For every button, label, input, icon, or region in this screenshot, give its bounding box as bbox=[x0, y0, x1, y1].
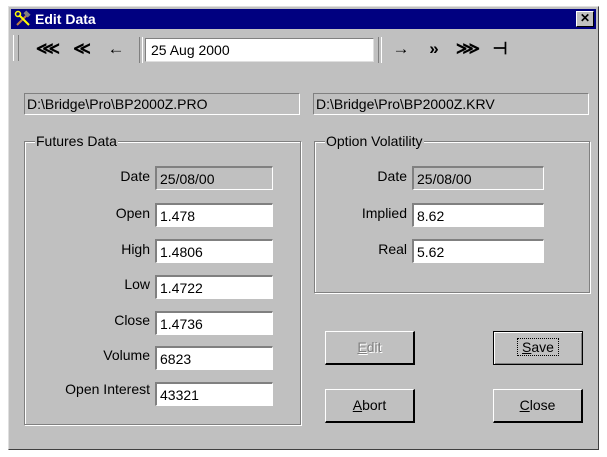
implied-input[interactable]: 8.62 bbox=[412, 203, 544, 227]
high-label: High bbox=[121, 241, 150, 257]
save-button[interactable]: Save bbox=[493, 331, 583, 365]
open-interest-input[interactable]: 43321 bbox=[155, 382, 273, 406]
next-button[interactable]: → bbox=[387, 37, 415, 61]
open-input[interactable]: 1.478 bbox=[155, 203, 273, 227]
window-close-button[interactable]: ✕ bbox=[576, 11, 594, 27]
futures-data-group: Futures Data Date 25/08/00 Open 1.478 Hi… bbox=[24, 133, 301, 425]
futures-file-path: D:\Bridge\Pro\BP2000Z.PRO bbox=[24, 93, 300, 115]
low-label: Low bbox=[124, 276, 150, 292]
fast-forward-button[interactable]: » bbox=[419, 37, 449, 61]
save-label: ave bbox=[531, 339, 554, 355]
real-label: Real bbox=[378, 241, 407, 257]
window-title: Edit Data bbox=[35, 11, 96, 27]
edit-mnemonic: E bbox=[357, 339, 367, 355]
hammer-wrench-icon bbox=[14, 10, 31, 26]
implied-label: Implied bbox=[361, 205, 407, 221]
futures-date-label: Date bbox=[120, 168, 150, 184]
edit-data-window: Edit Data ✕ ⋘ ≪ ← 25 Aug 2000 → » ⋙ ⊣ D:… bbox=[8, 6, 599, 450]
close-label: lose bbox=[529, 397, 556, 413]
toolbar-separator bbox=[378, 37, 382, 63]
abort-label: bort bbox=[362, 397, 387, 413]
volume-input[interactable]: 6823 bbox=[155, 346, 273, 370]
open-label: Open bbox=[115, 205, 150, 221]
title-bar[interactable]: Edit Data ✕ bbox=[11, 9, 596, 29]
fast-back-button[interactable]: ≪ bbox=[67, 37, 97, 61]
close-label: Close bbox=[114, 312, 150, 328]
close-mnemonic: C bbox=[519, 397, 530, 413]
faster-forward-button[interactable]: ⋙ bbox=[453, 37, 483, 61]
close-button[interactable]: Close bbox=[493, 389, 583, 423]
toolbar-grip[interactable] bbox=[13, 35, 19, 61]
current-date-field[interactable]: 25 Aug 2000 bbox=[145, 38, 374, 62]
futures-date-field: 25/08/00 bbox=[155, 166, 273, 190]
real-input[interactable]: 5.62 bbox=[412, 239, 544, 263]
low-input[interactable]: 1.4722 bbox=[155, 275, 273, 299]
abort-button[interactable]: Abort bbox=[325, 389, 415, 423]
edit-label: dit bbox=[366, 339, 382, 355]
first-record-button[interactable]: ⋘ bbox=[33, 37, 63, 61]
navigation-toolbar: ⋘ ≪ ← 25 Aug 2000 → » ⋙ ⊣ bbox=[11, 33, 520, 65]
close-input[interactable]: 1.4736 bbox=[155, 311, 273, 335]
high-input[interactable]: 1.4806 bbox=[155, 239, 273, 263]
volume-label: Volume bbox=[103, 347, 150, 363]
option-volatility-legend: Option Volatility bbox=[325, 133, 424, 149]
volatility-date-field: 25/08/00 bbox=[412, 166, 544, 190]
open-interest-label: Open Interest bbox=[65, 381, 150, 397]
volatility-date-label: Date bbox=[377, 168, 407, 184]
last-record-button[interactable]: ⊣ bbox=[487, 37, 513, 61]
previous-button[interactable]: ← bbox=[101, 37, 131, 61]
save-focus-rect: Save bbox=[517, 338, 559, 356]
option-volatility-group: Option Volatility Date 25/08/00 Implied … bbox=[314, 133, 590, 293]
save-mnemonic: S bbox=[522, 339, 532, 355]
edit-button[interactable]: Edit bbox=[325, 331, 415, 365]
abort-mnemonic: A bbox=[352, 397, 363, 413]
futures-data-legend: Futures Data bbox=[35, 133, 118, 149]
toolbar-separator bbox=[139, 37, 143, 63]
volatility-file-path: D:\Bridge\Pro\BP2000Z.KRV bbox=[313, 93, 589, 115]
